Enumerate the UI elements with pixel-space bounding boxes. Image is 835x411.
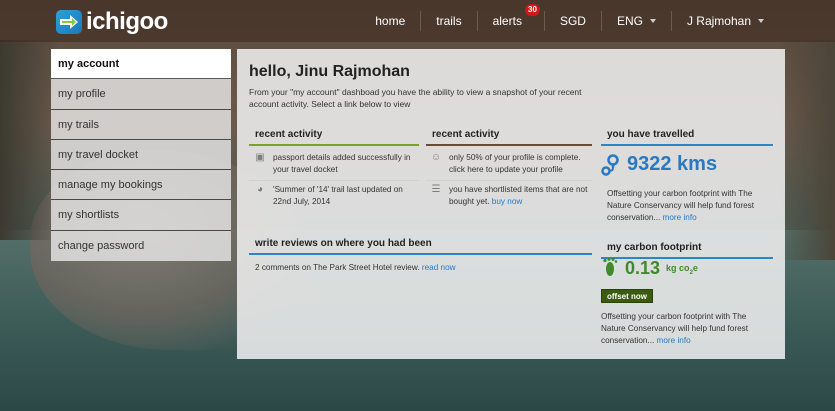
blue-divider <box>249 253 592 255</box>
reviews-text: 2 comments on The Park Street Hotel revi… <box>255 263 420 272</box>
carbon-footprint: 0.13 kg co2e <box>601 257 698 279</box>
activity-text: only 50% of your profile is complete. cl… <box>449 153 581 174</box>
user-icon: ☺ <box>430 152 442 163</box>
nav-alerts[interactable]: alerts 30 <box>476 4 544 31</box>
brown-divider <box>426 144 592 146</box>
offset-now-button[interactable]: offset now <box>601 289 653 303</box>
alerts-count-badge: 30 <box>525 4 540 16</box>
carbon-note-wrap: Offsetting your carbon footprint with Th… <box>601 311 771 347</box>
sidebar-item-my-account[interactable]: my account <box>51 49 231 80</box>
account-sidebar: my account my profile my trails my trave… <box>51 49 231 261</box>
green-divider <box>249 144 419 146</box>
nav-home-label: home <box>375 14 406 28</box>
sidebar-item-my-shortlists[interactable]: my shortlists <box>51 200 231 231</box>
activity-text-wrap: you have shortlisted items that are not … <box>449 184 590 208</box>
more-info-link[interactable]: more info <box>657 336 691 345</box>
carbon-unit-suffix: e <box>692 263 698 274</box>
activity-item: ◕ 'Summer of '14' trail last updated on … <box>254 184 419 208</box>
reviews-title: write reviews on where you had been <box>255 238 432 249</box>
carbon-value: 0.13 <box>625 258 661 278</box>
activity-text: passport details added successfully in y… <box>273 153 411 174</box>
footprint-icon <box>603 257 618 276</box>
list-icon: ☰ <box>431 184 441 195</box>
travelled-title: you have travelled <box>607 129 695 140</box>
sidebar-item-my-travel-docket[interactable]: my travel docket <box>51 140 231 171</box>
recent-activity-left-title: recent activity <box>255 129 323 140</box>
top-navigation-bar: ichigoo home trails alerts 30 SGD ENG J … <box>0 0 835 42</box>
activity-item[interactable]: ☺ only 50% of your profile is complete. … <box>430 152 590 176</box>
sidebar-item-my-profile[interactable]: my profile <box>51 79 231 110</box>
logo-text: ichigoo <box>86 8 168 35</box>
nav-trails[interactable]: trails <box>420 11 476 31</box>
nav-user-dropdown[interactable]: J Rajmohan <box>670 11 779 31</box>
divider <box>426 180 592 181</box>
main-nav: home trails alerts 30 SGD ENG J Rajmohan <box>360 0 779 42</box>
location-pin-icon <box>601 153 619 176</box>
brand-logo[interactable]: ichigoo <box>56 8 168 35</box>
dashboard-panel: hello, Jinu Rajmohan From your "my accou… <box>237 49 785 359</box>
reviews-text-wrap: 2 comments on The Park Street Hotel revi… <box>255 262 585 274</box>
page-title: hello, Jinu Rajmohan <box>249 63 410 80</box>
more-info-link[interactable]: more info <box>663 213 697 222</box>
travelled-distance: 9322 kms <box>601 153 717 176</box>
activity-item: ☰ you have shortlisted items that are no… <box>430 184 590 208</box>
nav-language-dropdown[interactable]: ENG <box>600 11 671 31</box>
blue-divider <box>601 144 773 146</box>
carbon-title: my carbon footprint <box>607 242 702 253</box>
carbon-unit-prefix: kg co <box>666 263 690 274</box>
nav-currency[interactable]: SGD <box>543 11 601 31</box>
nav-alerts-label: alerts <box>492 14 522 28</box>
sidebar-item-change-password[interactable]: change password <box>51 231 231 261</box>
passport-icon: ▣ <box>255 152 265 163</box>
logo-arrow-icon <box>56 10 82 34</box>
nav-home[interactable]: home <box>360 11 420 31</box>
sidebar-item-my-trails[interactable]: my trails <box>51 110 231 140</box>
read-now-link[interactable]: read now <box>422 263 456 272</box>
travelled-value: 9322 kms <box>627 153 718 175</box>
nav-currency-label: SGD <box>559 14 586 28</box>
chevron-down-icon <box>649 19 656 23</box>
nav-user-label: J Rajmohan <box>686 14 751 28</box>
nav-trails-label: trails <box>436 14 462 28</box>
sidebar-item-manage-my-bookings[interactable]: manage my bookings <box>51 170 231 201</box>
carbon-unit: kg co2e <box>666 263 698 279</box>
nav-language-label: ENG <box>616 14 643 28</box>
recent-activity-right-title: recent activity <box>432 129 500 140</box>
activity-text: 'Summer of '14' trail last updated on 22… <box>273 185 403 206</box>
intro-text: From your "my account" dashboad you have… <box>249 87 582 109</box>
clock-icon: ◕ <box>256 184 264 195</box>
travelled-note-wrap: Offsetting your carbon footprint with Th… <box>607 188 775 224</box>
chevron-down-icon <box>758 19 764 23</box>
buy-now-link[interactable]: buy now <box>492 197 523 206</box>
activity-item: ▣ passport details added successfully in… <box>254 152 419 176</box>
divider <box>249 180 419 181</box>
